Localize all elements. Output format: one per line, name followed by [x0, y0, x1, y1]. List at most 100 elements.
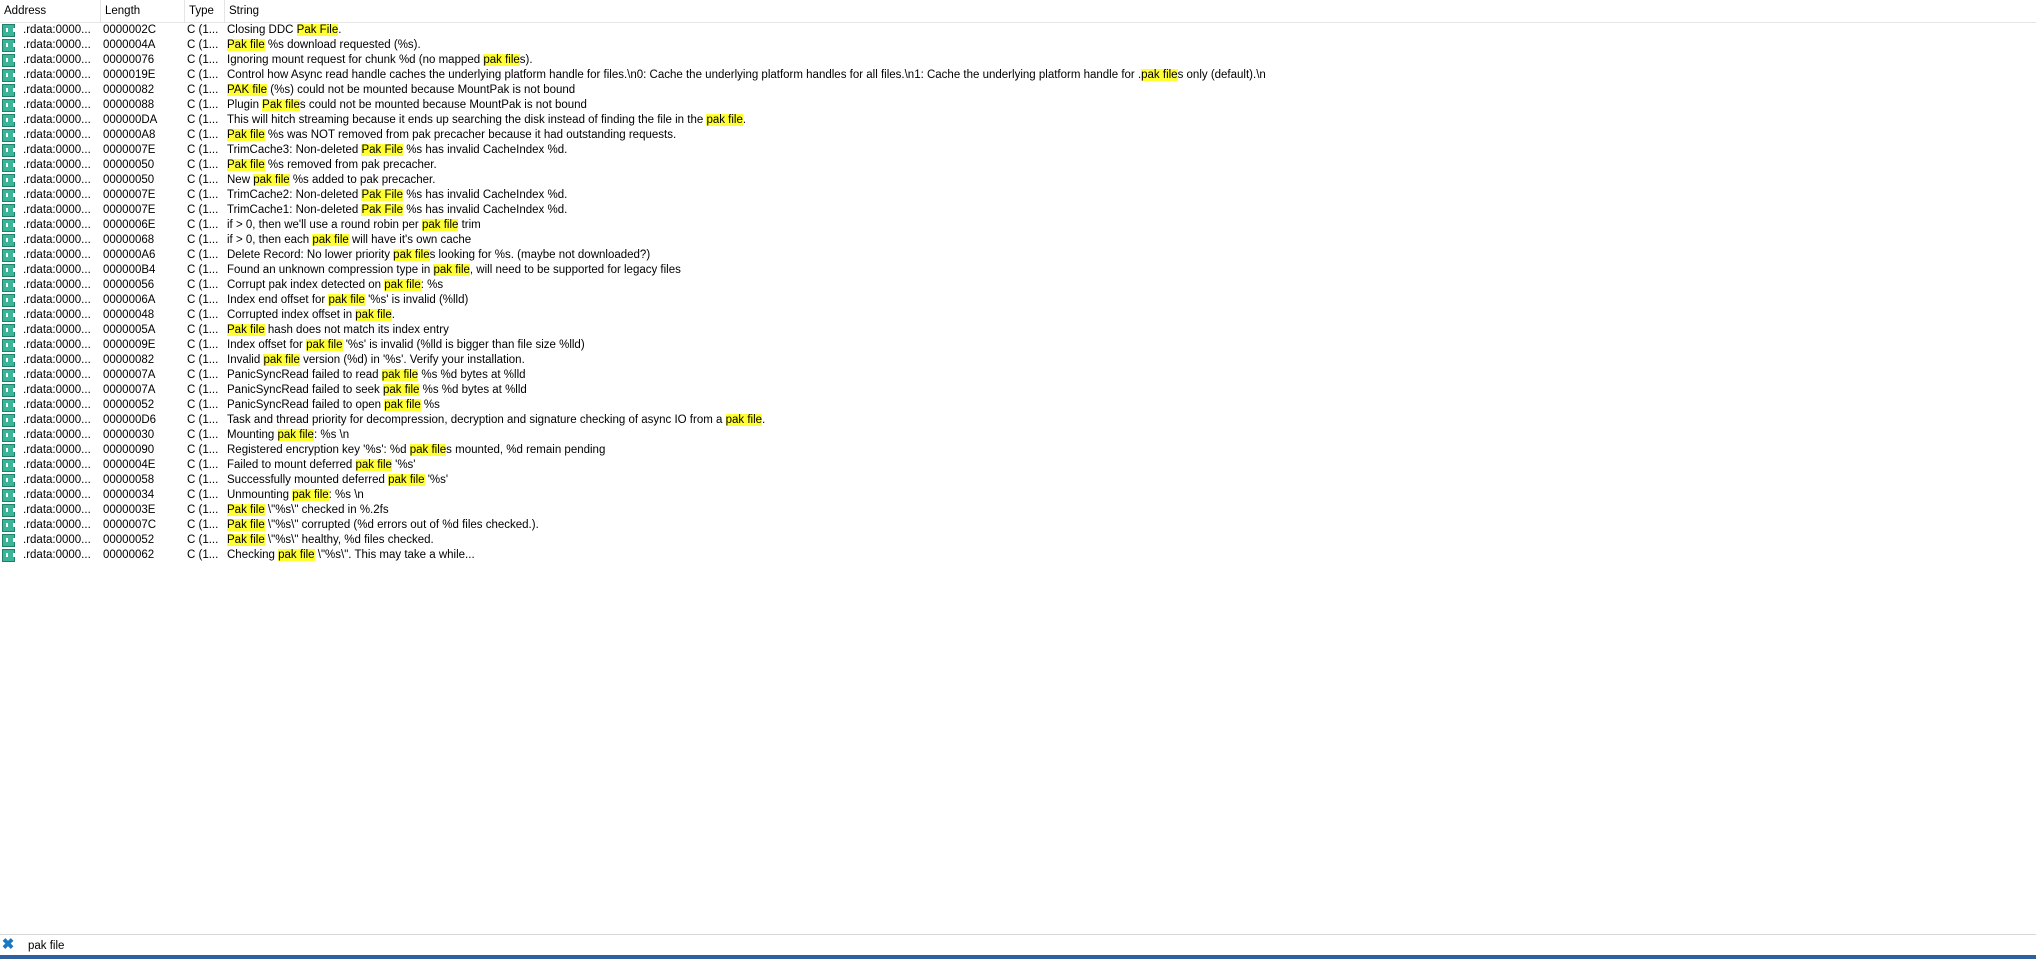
table-row[interactable]: .rdata:0000... 00000034 C (1... Unmounting …: [0, 488, 2036, 503]
table-row[interactable]: .rdata:0000... 0000007E C (1... TrimCache2:…: [0, 188, 2036, 203]
search-match-highlight: pak file: [433, 264, 470, 276]
table-row[interactable]: .rdata:0000... 00000076 C (1... Ignoring mo…: [0, 53, 2036, 68]
table-row[interactable]: .rdata:0000... 00000052 C (1... Pak file \"…: [0, 533, 2036, 548]
table-row[interactable]: .rdata:0000... 00000058 C (1... Successfull…: [0, 473, 2036, 488]
string-type-cell: [2, 293, 17, 308]
table-row[interactable]: .rdata:0000... 000000A6 C (1... Delete Reco…: [0, 248, 2036, 263]
address-cell: .rdata:0000...: [23, 99, 91, 111]
string-cell: PanicSyncRead failed to open pak file %s: [227, 398, 2027, 413]
string-cell: Failed to mount deferred pak file '%s': [227, 458, 2027, 473]
length-cell: 0000004E: [103, 459, 156, 471]
string-text: %s download requested (%s).: [264, 39, 421, 51]
table-row[interactable]: .rdata:0000... 000000B4 C (1... Found an un…: [0, 263, 2036, 278]
string-type-cell: [2, 443, 17, 458]
table-row[interactable]: .rdata:0000... 0000005A C (1... Pak file ha…: [0, 323, 2036, 338]
column-header-string[interactable]: String: [225, 0, 2036, 22]
table-row[interactable]: .rdata:0000... 00000062 C (1... Checking pa…: [0, 548, 2036, 563]
string-text: will have it's own cache: [348, 234, 472, 246]
string-literal-icon: [2, 534, 15, 547]
string-cell: if > 0, then each pak file will have it'…: [227, 233, 2027, 248]
table-row[interactable]: .rdata:0000... 0000007A C (1... PanicSyncRe…: [0, 383, 2036, 398]
address-cell: .rdata:0000...: [23, 219, 91, 231]
table-row[interactable]: .rdata:0000... 00000030 C (1... Mounting pa…: [0, 428, 2036, 443]
address-cell: .rdata:0000...: [23, 324, 91, 336]
table-row[interactable]: .rdata:0000... 00000082 C (1... PAK file (%…: [0, 83, 2036, 98]
table-row[interactable]: .rdata:0000... 00000050 C (1... Pak file %s…: [0, 158, 2036, 173]
table-row[interactable]: .rdata:0000... 0000007E C (1... TrimCache3:…: [0, 143, 2036, 158]
length-cell: 00000056: [103, 279, 155, 291]
table-row[interactable]: .rdata:0000... 0000006E C (1... if > 0, the…: [0, 218, 2036, 233]
table-row[interactable]: .rdata:0000... 00000090 C (1... Registered …: [0, 443, 2036, 458]
address-cell: .rdata:0000...: [23, 54, 91, 66]
table-row[interactable]: .rdata:0000... 0000004A C (1... Pak file %s…: [0, 38, 2036, 53]
string-type-cell: [2, 98, 17, 113]
table-row[interactable]: .rdata:0000... 0000007A C (1... PanicSyncRe…: [0, 368, 2036, 383]
string-cell: Ignoring mount request for chunk %d (no …: [227, 53, 2027, 68]
table-row[interactable]: .rdata:0000... 0000006A C (1... Index end o…: [0, 293, 2036, 308]
address-cell: .rdata:0000...: [23, 369, 91, 381]
type-cell: C (1...: [187, 114, 219, 126]
table-row[interactable]: .rdata:0000... 00000088 C (1... Plugin Pak …: [0, 98, 2036, 113]
table-row[interactable]: .rdata:0000... 0000003E C (1... Pak file \"…: [0, 503, 2036, 518]
string-cell: PAK file (%s) could not be mounted becau…: [227, 83, 2027, 98]
table-row[interactable]: .rdata:0000... 0000002C C (1... Closing DDC…: [0, 23, 2036, 38]
search-match-highlight: pak file: [1141, 69, 1178, 81]
type-cell: C (1...: [187, 429, 219, 441]
string-literal-icon: [2, 264, 15, 277]
string-type-cell: [2, 353, 17, 368]
address-cell: .rdata:0000...: [23, 39, 91, 51]
table-row[interactable]: .rdata:0000... 00000068 C (1... if > 0, the…: [0, 233, 2036, 248]
type-cell: C (1...: [187, 399, 219, 411]
table-row[interactable]: .rdata:0000... 000000DA C (1... This will h…: [0, 113, 2036, 128]
search-match-highlight: pak file: [328, 294, 365, 306]
string-text: Delete Record: No lower priority: [227, 249, 394, 261]
string-text: Corrupt pak index detected on: [227, 279, 385, 291]
string-literal-icon: [2, 219, 15, 232]
string-text: This will hitch streaming because it end…: [227, 114, 707, 126]
table-row[interactable]: .rdata:0000... 0000009E C (1... Index offse…: [0, 338, 2036, 353]
table-row[interactable]: .rdata:0000... 00000056 C (1... Corrupt pak…: [0, 278, 2036, 293]
string-cell: Task and thread priority for decompressi…: [227, 413, 2027, 428]
length-cell: 000000D6: [103, 414, 157, 426]
table-row[interactable]: .rdata:0000... 000000D6 C (1... Task and th…: [0, 413, 2036, 428]
address-cell: .rdata:0000...: [23, 204, 91, 216]
table-row[interactable]: .rdata:0000... 00000050 C (1... New pak fil…: [0, 173, 2036, 188]
string-literal-icon: [2, 129, 15, 142]
table-row[interactable]: .rdata:0000... 00000048 C (1... Corrupted i…: [0, 308, 2036, 323]
column-header-length[interactable]: Length: [101, 0, 185, 22]
search-match-highlight: pak file: [292, 489, 329, 501]
string-cell: Pak file \"%s\" corrupted (%d errors out…: [227, 518, 2027, 533]
table-row[interactable]: .rdata:0000... 00000052 C (1... PanicSyncRe…: [0, 398, 2036, 413]
search-match-highlight: pak file: [384, 399, 421, 411]
string-type-cell: [2, 323, 17, 338]
type-cell: C (1...: [187, 294, 219, 306]
length-cell: 00000082: [103, 84, 155, 96]
length-cell: 0000007A: [103, 384, 156, 396]
length-cell: 00000030: [103, 429, 155, 441]
length-cell: 00000068: [103, 234, 155, 246]
table-row[interactable]: .rdata:0000... 0000007E C (1... TrimCache1:…: [0, 203, 2036, 218]
column-header-address[interactable]: Address: [0, 0, 101, 22]
type-cell: C (1...: [187, 129, 219, 141]
string-text: Plugin: [227, 99, 263, 111]
table-row[interactable]: .rdata:0000... 0000019E C (1... Control how…: [0, 68, 2036, 83]
string-text: Corrupted index offset in: [227, 309, 356, 321]
string-text: , will need to be supported for legacy f…: [469, 264, 681, 276]
table-row[interactable]: .rdata:0000... 00000082 C (1... Invalid pak…: [0, 353, 2036, 368]
address-cell: .rdata:0000...: [23, 189, 91, 201]
string-cell: Pak file %s removed from pak precacher.: [227, 158, 2027, 173]
column-header-type[interactable]: Type: [185, 0, 225, 22]
string-text: : %s \n: [313, 429, 350, 441]
search-input[interactable]: [28, 937, 428, 954]
string-type-cell: [2, 23, 17, 38]
string-type-cell: [2, 488, 17, 503]
address-cell: .rdata:0000...: [23, 459, 91, 471]
string-type-cell: [2, 188, 17, 203]
string-type-cell: [2, 113, 17, 128]
address-cell: .rdata:0000...: [23, 354, 91, 366]
close-icon[interactable]: ✖: [1, 937, 15, 952]
string-literal-icon: [2, 324, 15, 337]
table-row[interactable]: .rdata:0000... 0000004E C (1... Failed to m…: [0, 458, 2036, 473]
table-row[interactable]: .rdata:0000... 0000007C C (1... Pak file \"…: [0, 518, 2036, 533]
table-row[interactable]: .rdata:0000... 000000A8 C (1... Pak file %s…: [0, 128, 2036, 143]
